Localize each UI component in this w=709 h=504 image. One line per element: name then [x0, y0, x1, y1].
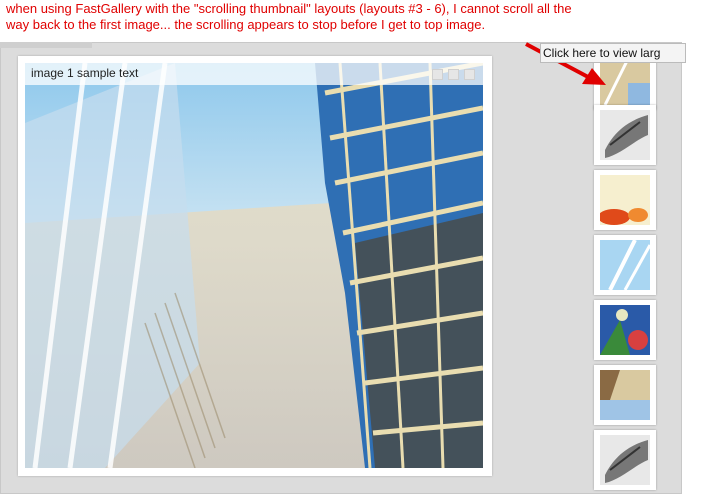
main-image[interactable]: [25, 63, 483, 468]
caption-controls: [432, 69, 475, 80]
close-icon[interactable]: [464, 69, 475, 80]
annotation-line-2: way back to the first image... the scrol…: [6, 17, 486, 32]
thumbnail-7[interactable]: [594, 430, 656, 490]
gallery-frame-tab: [0, 42, 92, 48]
fit-icon[interactable]: [448, 69, 459, 80]
main-photo: [25, 63, 483, 468]
zoom-icon[interactable]: [432, 69, 443, 80]
annotation-line-1: when using FastGallery with the "scrolli…: [6, 1, 572, 16]
annotation-note: when using FastGallery with the "scrolli…: [6, 1, 686, 33]
thumbnail-6[interactable]: [594, 365, 656, 425]
flower-sky-thumb-icon: [600, 305, 650, 355]
thumbnail-5[interactable]: [594, 300, 656, 360]
cream-red-thumb-icon: [600, 175, 650, 225]
main-image-card[interactable]: image 1 sample text: [18, 56, 492, 476]
image-caption: image 1 sample text: [31, 66, 139, 80]
blue-glass-thumb-icon: [600, 240, 650, 290]
thumbnail-tooltip: Click here to view larg: [540, 43, 686, 63]
caption-bar: image 1 sample text: [25, 63, 483, 85]
thumbnail-2[interactable]: [594, 105, 656, 165]
gray-sketch-thumb-icon: [600, 435, 650, 485]
gray-sketch-thumb-icon: [600, 110, 650, 160]
thumbnail-4[interactable]: [594, 235, 656, 295]
tan-building-thumb-icon: [600, 370, 650, 420]
thumbnail-3[interactable]: [594, 170, 656, 230]
